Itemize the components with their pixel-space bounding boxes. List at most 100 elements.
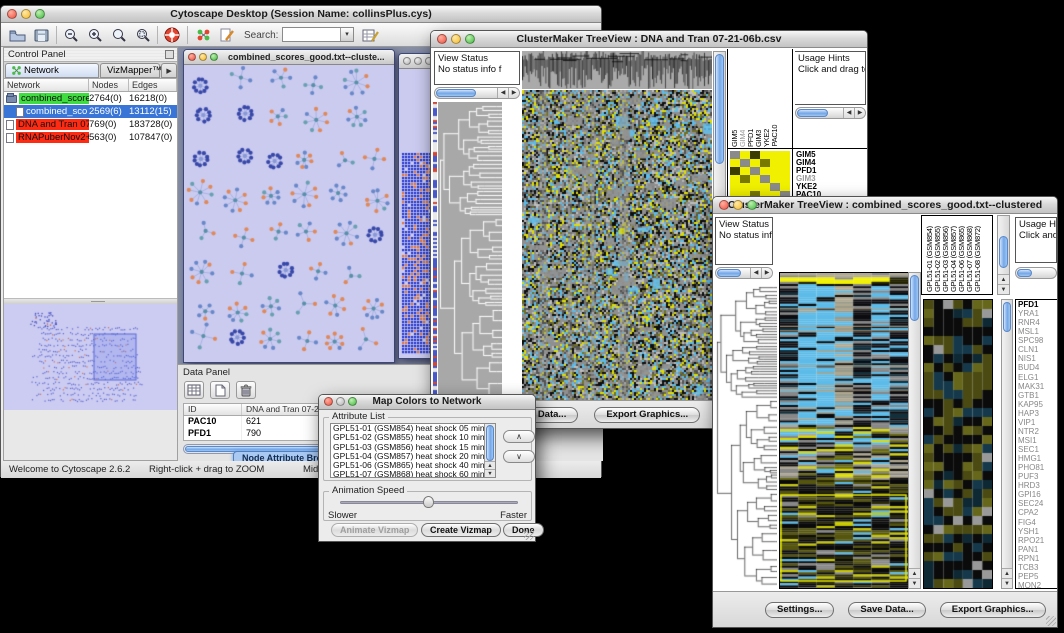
gene-label[interactable]: MSL1 (1018, 327, 1057, 336)
treeview-combined-titlebar[interactable]: ClusterMaker TreeView : combined_scores_… (713, 197, 1057, 214)
save-data-button[interactable]: Save Data... (848, 602, 925, 618)
gene-label[interactable]: HAP3 (1018, 409, 1057, 418)
scrollbar-thumb[interactable] (715, 54, 724, 164)
zoom-button[interactable] (348, 397, 357, 406)
global-heatmap-canvas[interactable] (779, 272, 909, 589)
scrollbar-thumb[interactable] (999, 236, 1008, 268)
gene-label[interactable]: RPN1 (1018, 554, 1057, 563)
gene-label[interactable]: FIG4 (1018, 518, 1057, 527)
gene-label[interactable]: MSI1 (1018, 436, 1057, 445)
dendrogram-hscrollbar[interactable]: ◀ ▶ (715, 267, 773, 279)
main-titlebar[interactable]: Cytoscape Desktop (Session Name: collins… (1, 6, 601, 23)
column-label[interactable]: GPL51-02 (GSM855) (933, 226, 941, 292)
gene-label[interactable]: NIS1 (1018, 354, 1057, 363)
dialog-titlebar[interactable]: Map Colors to Network (319, 395, 535, 410)
network-canvas[interactable] (184, 65, 394, 362)
dendrogram-hscrollbar[interactable]: ◀ ▶ (434, 87, 520, 99)
create-vizmap-button[interactable]: Create Vizmap (421, 523, 501, 537)
genelist-vscrollbar[interactable]: ▲ ▼ (1001, 299, 1013, 589)
tab-overflow-button[interactable]: ▶ (161, 63, 177, 78)
minimize-button[interactable] (199, 53, 207, 61)
scroll-up-arrow[interactable]: ▲ (909, 568, 920, 578)
scroll-up-arrow[interactable]: ▲ (1002, 568, 1012, 578)
close-button[interactable] (437, 34, 447, 44)
gene-label[interactable]: RPO21 (1018, 536, 1057, 545)
zoom-one-button[interactable] (109, 26, 128, 44)
gene-label[interactable]: YSH1 (1018, 527, 1057, 536)
minimize-button[interactable] (733, 200, 743, 210)
gene-label[interactable]: CPA2 (1018, 508, 1057, 517)
column-label[interactable]: GIM3 (754, 130, 762, 147)
zoom-heatmap-matrix[interactable] (730, 151, 790, 199)
network-table-row[interactable]: RNAPuberNov2+563(0)107847(0) (4, 131, 177, 144)
gene-label[interactable]: HRD3 (1018, 481, 1057, 490)
zoom-out-button[interactable] (61, 26, 80, 44)
gene-label[interactable]: PHO81 (1018, 463, 1057, 472)
gene-label[interactable]: MON2 (1018, 581, 1057, 589)
resize-grip[interactable] (524, 530, 534, 540)
save-button[interactable] (32, 26, 51, 44)
scrollbar-thumb[interactable] (717, 269, 741, 277)
column-label[interactable]: GIM4 (738, 130, 746, 147)
help-button[interactable] (162, 26, 181, 44)
gene-dendrogram-canvas[interactable] (438, 102, 502, 402)
hints-hscrollbar[interactable] (1015, 267, 1057, 279)
search-input[interactable] (284, 29, 340, 40)
gene-label[interactable]: SEC24 (1018, 499, 1057, 508)
column-label[interactable]: GPL51-08 (GSM872) (973, 226, 981, 292)
column-label[interactable]: GPL51-04 (GSM857) (949, 226, 957, 292)
column-label[interactable]: GPL51-03 (GSM856) (941, 226, 949, 292)
hints-hscrollbar[interactable]: ◀ ▶ (795, 107, 866, 119)
gene-label[interactable]: MAK31 (1018, 382, 1057, 391)
gene-label[interactable]: HMG1 (1018, 454, 1057, 463)
export-graphics-button[interactable]: Export Graphics... (594, 407, 700, 423)
minimize-button[interactable] (336, 397, 345, 406)
array-dendrogram-canvas[interactable] (522, 51, 712, 89)
zoom-fit-button[interactable] (133, 26, 152, 44)
zoom-button[interactable] (465, 34, 475, 44)
float-panel-icon[interactable] (165, 50, 174, 59)
scrollbar-thumb[interactable] (797, 109, 828, 117)
network-table-row[interactable]: combined_sco2569(6)13112(15) (4, 105, 177, 118)
minimize-button[interactable] (414, 57, 422, 65)
scroll-up-arrow[interactable]: ▲ (998, 274, 1009, 284)
gene-label[interactable]: YRA1 (1018, 309, 1057, 318)
column-label[interactable]: GPL51-06 (GSM865) (957, 226, 965, 292)
scroll-left-arrow[interactable]: ◀ (497, 88, 508, 98)
minimize-button[interactable] (21, 9, 31, 19)
gene-label[interactable]: CLN1 (1018, 345, 1057, 354)
move-up-button[interactable]: ∧ (503, 430, 535, 443)
gene-label[interactable]: GPI16 (1018, 490, 1057, 499)
gene-dendrogram-canvas[interactable] (715, 283, 777, 589)
network-tool-button[interactable] (194, 26, 213, 44)
heatmap-vscrollbar[interactable]: ▲ ▼ (908, 272, 921, 589)
list-vscrollbar[interactable]: ▲ ▼ (484, 424, 495, 477)
col-nodes[interactable]: Nodes (89, 79, 129, 91)
column-label[interactable]: PAC10 (770, 125, 778, 147)
column-label[interactable]: GIM5 (730, 130, 738, 147)
scrollbar-thumb[interactable] (1017, 269, 1032, 277)
minimize-button[interactable] (451, 34, 461, 44)
scroll-right-arrow[interactable]: ▶ (854, 108, 865, 118)
gene-label[interactable]: PUF3 (1018, 472, 1057, 481)
column-label[interactable]: GPL51-01 (GSM854) (925, 226, 933, 292)
scrollbar-thumb[interactable] (1003, 302, 1011, 332)
network-view-titlebar[interactable]: combined_scores_good.txt--cluste... (184, 50, 394, 65)
zoom-button[interactable] (210, 53, 218, 61)
annotation-tool-button[interactable] (218, 26, 237, 44)
labels-vscrollbar[interactable]: ▲ ▼ (997, 215, 1010, 295)
scrollbar-thumb[interactable] (486, 425, 494, 461)
zoom-button[interactable] (35, 9, 45, 19)
scroll-left-arrow[interactable]: ◀ (843, 108, 854, 118)
move-down-button[interactable]: ∨ (503, 450, 535, 463)
gene-label[interactable]: PAN1 (1018, 545, 1057, 554)
scroll-down-arrow[interactable]: ▼ (1002, 578, 1012, 588)
gene-label[interactable]: GTB1 (1018, 391, 1057, 400)
animate-vizmap-button[interactable]: Animate Vizmap (331, 523, 418, 537)
scroll-right-arrow[interactable]: ▶ (761, 268, 772, 278)
open-file-button[interactable] (8, 26, 27, 44)
column-label[interactable]: YKE2 (762, 129, 770, 147)
gene-label[interactable]: BUD4 (1018, 363, 1057, 372)
scroll-down-arrow[interactable]: ▼ (485, 469, 495, 477)
new-attribute-button[interactable] (210, 381, 230, 399)
